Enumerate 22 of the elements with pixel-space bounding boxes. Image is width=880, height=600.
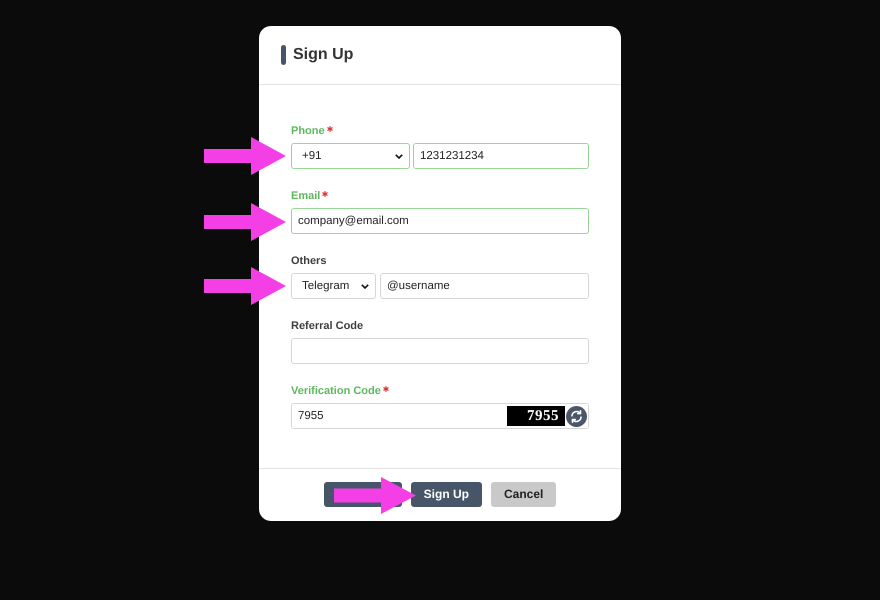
form-button[interactable]: Sign Up bbox=[410, 482, 482, 506]
country-code-select[interactable]: +91 bbox=[291, 143, 410, 169]
email-input[interactable]: company@email.com bbox=[291, 208, 589, 234]
phone-number-input[interactable]: 1231231234 bbox=[413, 143, 589, 169]
chevron-down-icon bbox=[361, 284, 369, 288]
field-label: Phone bbox=[291, 125, 325, 137]
dialog-title: Sign Up bbox=[293, 46, 354, 64]
chevron-down-icon bbox=[395, 154, 403, 158]
field-label: Verification Code bbox=[291, 385, 381, 397]
field-label: Others bbox=[291, 255, 326, 267]
username-input[interactable]: @username bbox=[380, 273, 589, 299]
field-label: Email bbox=[291, 190, 320, 202]
field-label: Referral Code bbox=[291, 320, 364, 332]
captcha-code: 7955 bbox=[507, 406, 565, 426]
contact-type-select[interactable]: Telegram bbox=[291, 273, 376, 299]
required-asterisk-icon bbox=[382, 386, 389, 392]
required-asterisk-icon bbox=[322, 191, 328, 197]
title-marker-icon bbox=[281, 45, 286, 65]
refresh-icon[interactable] bbox=[566, 406, 587, 426]
form-button[interactable]: Cancel bbox=[490, 482, 556, 506]
required-asterisk-icon bbox=[326, 126, 333, 132]
referral-code-input[interactable] bbox=[291, 338, 589, 364]
